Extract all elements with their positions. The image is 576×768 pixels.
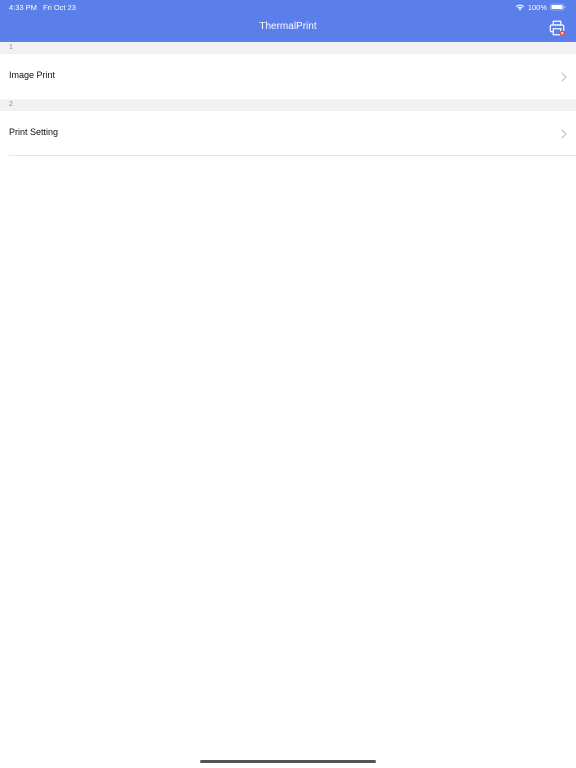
status-time: 4:33 PM <box>9 3 37 12</box>
chevron-right-icon <box>561 129 567 139</box>
battery-icon <box>550 3 566 11</box>
status-indicators: 100% <box>515 2 566 12</box>
status-bar: 4:33 PM Fri Oct 23 100% <box>0 0 576 14</box>
row-separator <box>9 155 576 156</box>
print-setting-row[interactable]: Print Setting <box>0 111 576 156</box>
navigation-bar: ThermalPrint <box>0 14 576 42</box>
printer-button[interactable] <box>548 19 566 37</box>
home-indicator[interactable] <box>200 760 376 763</box>
row-label: Image Print <box>9 70 56 80</box>
nav-title: ThermalPrint <box>259 21 317 32</box>
image-print-row[interactable]: Image Print <box>0 54 576 99</box>
printer-icon <box>548 19 566 37</box>
section-header: 2 <box>0 99 576 111</box>
status-date: Fri Oct 23 <box>43 3 76 12</box>
row-label: Print Setting <box>9 127 59 137</box>
section-header-label: 1 <box>9 44 13 51</box>
chevron-right-icon <box>561 72 567 82</box>
app-screen: 4:33 PM Fri Oct 23 100% ThermalPrint 1 I… <box>0 0 576 768</box>
section-header-label: 2 <box>9 101 13 108</box>
battery-percent: 100% <box>527 2 547 12</box>
section-header: 1 <box>0 42 576 54</box>
wifi-icon <box>515 3 525 11</box>
